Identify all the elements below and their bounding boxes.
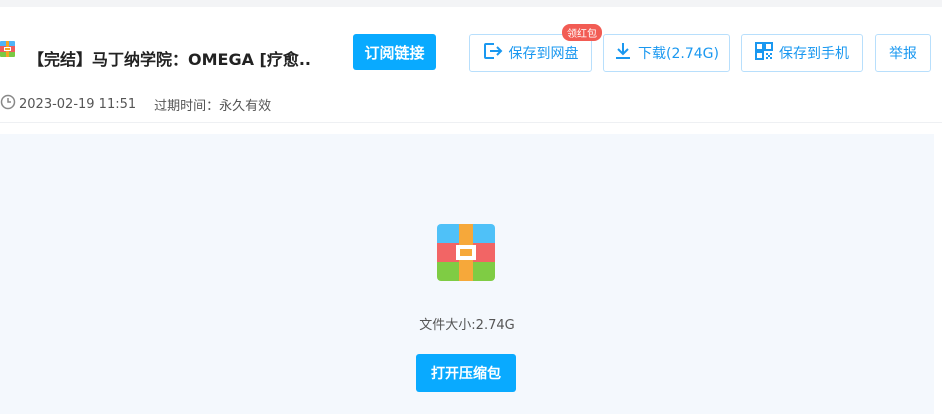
- save-to-phone-button[interactable]: 保存到手机: [741, 34, 863, 72]
- file-title: 【完结】马丁纳学院：OMEGA [疗愈...: [28, 50, 310, 68]
- qrcode-icon: [755, 42, 773, 64]
- save-to-disk-label: 保存到网盘: [508, 46, 579, 62]
- file-meta: 2023-02-19 11:51 过期时间： 永久有效: [0, 94, 272, 114]
- file-size-value: 2.74G: [475, 318, 515, 333]
- file-preview-panel: 文件大小:2.74G 打开压缩包: [0, 134, 934, 414]
- share-date: 2023-02-19 11:51: [19, 96, 137, 112]
- top-strip: [0, 0, 942, 7]
- red-packet-badge[interactable]: 领红包: [562, 24, 602, 41]
- share-header: 【完结】马丁纳学院：OMEGA [疗愈... 订阅链接 保存到网盘 领红包 下载…: [0, 7, 942, 123]
- archive-icon: [437, 224, 495, 281]
- download-button[interactable]: 下载(2.74G): [603, 34, 730, 72]
- file-size: 文件大小:2.74G: [0, 314, 934, 333]
- open-archive-button[interactable]: 打开压缩包: [416, 354, 516, 392]
- expire-label: 过期时间：: [154, 98, 220, 114]
- save-to-phone-label: 保存到手机: [779, 46, 849, 62]
- export-icon: [483, 42, 503, 64]
- download-label: 下载(2.74G): [638, 46, 719, 62]
- file-size-label: 文件大小:: [419, 318, 476, 333]
- clock-icon: [0, 94, 16, 114]
- subscribe-button[interactable]: 订阅链接: [353, 34, 436, 70]
- download-icon: [614, 42, 632, 64]
- report-button[interactable]: 举报: [875, 34, 931, 72]
- expire-value: 永久有效: [219, 98, 272, 114]
- archive-file-icon: [0, 41, 15, 57]
